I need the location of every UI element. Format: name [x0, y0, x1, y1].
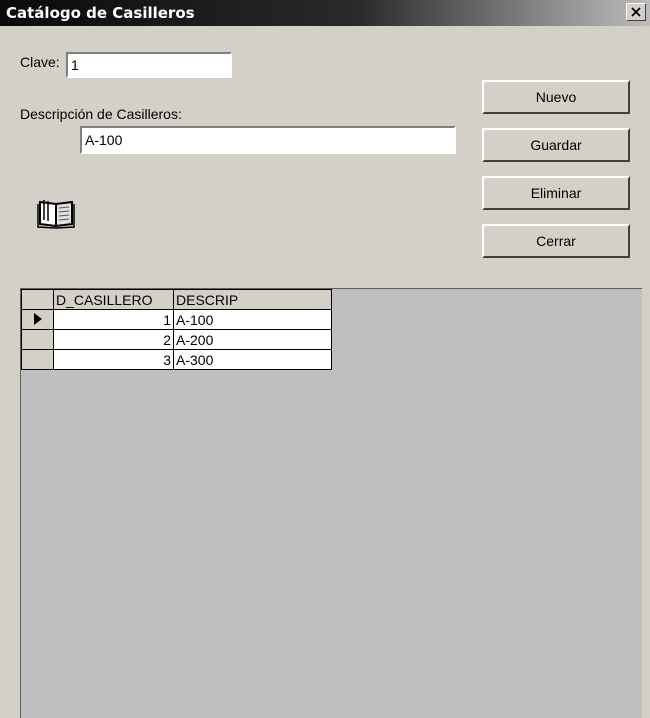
cell-d-casillero[interactable]: 1 [53, 309, 174, 330]
cell-descrip[interactable]: A-300 [173, 349, 332, 370]
column-header-d-casillero[interactable]: D_CASILLERO [53, 289, 174, 310]
guardar-button-label: Guardar [530, 137, 582, 153]
table-row[interactable]: 1 A-100 [21, 309, 332, 330]
cell-descrip[interactable]: A-200 [173, 329, 332, 350]
close-button[interactable] [626, 3, 646, 21]
row-selector[interactable] [21, 329, 54, 350]
close-icon [631, 7, 641, 17]
row-pointer-icon [33, 312, 42, 325]
eliminar-button[interactable]: Eliminar [482, 176, 630, 210]
eliminar-button-label: Eliminar [530, 185, 582, 201]
cerrar-button[interactable]: Cerrar [482, 224, 630, 258]
data-grid[interactable]: D_CASILLERO DESCRIP 1 A-100 2 A-200 3 A-… [20, 288, 642, 718]
window-title: Catálogo de Casilleros [6, 4, 195, 22]
cerrar-button-label: Cerrar [536, 233, 576, 249]
cell-d-casillero[interactable]: 2 [53, 329, 174, 350]
row-selector-header [21, 289, 54, 310]
title-bar: Catálogo de Casilleros [0, 0, 650, 26]
row-selector[interactable] [21, 309, 54, 330]
descripcion-input[interactable] [80, 126, 456, 154]
table-row[interactable]: 2 A-200 [21, 329, 332, 350]
clave-input[interactable] [66, 52, 232, 78]
grid-header-row: D_CASILLERO DESCRIP [21, 289, 332, 310]
clave-label: Clave: [20, 54, 60, 70]
guardar-button[interactable]: Guardar [482, 128, 630, 162]
nuevo-button-label: Nuevo [535, 89, 577, 105]
grid-table: D_CASILLERO DESCRIP 1 A-100 2 A-200 3 A-… [21, 289, 332, 370]
table-row[interactable]: 3 A-300 [21, 349, 332, 370]
row-selector[interactable] [21, 349, 54, 370]
nuevo-button[interactable]: Nuevo [482, 80, 630, 114]
cell-descrip[interactable]: A-100 [173, 309, 332, 330]
column-header-descrip[interactable]: DESCRIP [173, 289, 332, 310]
descripcion-label: Descripción de Casilleros: [20, 106, 182, 122]
book-icon [37, 200, 75, 229]
cell-d-casillero[interactable]: 3 [53, 349, 174, 370]
